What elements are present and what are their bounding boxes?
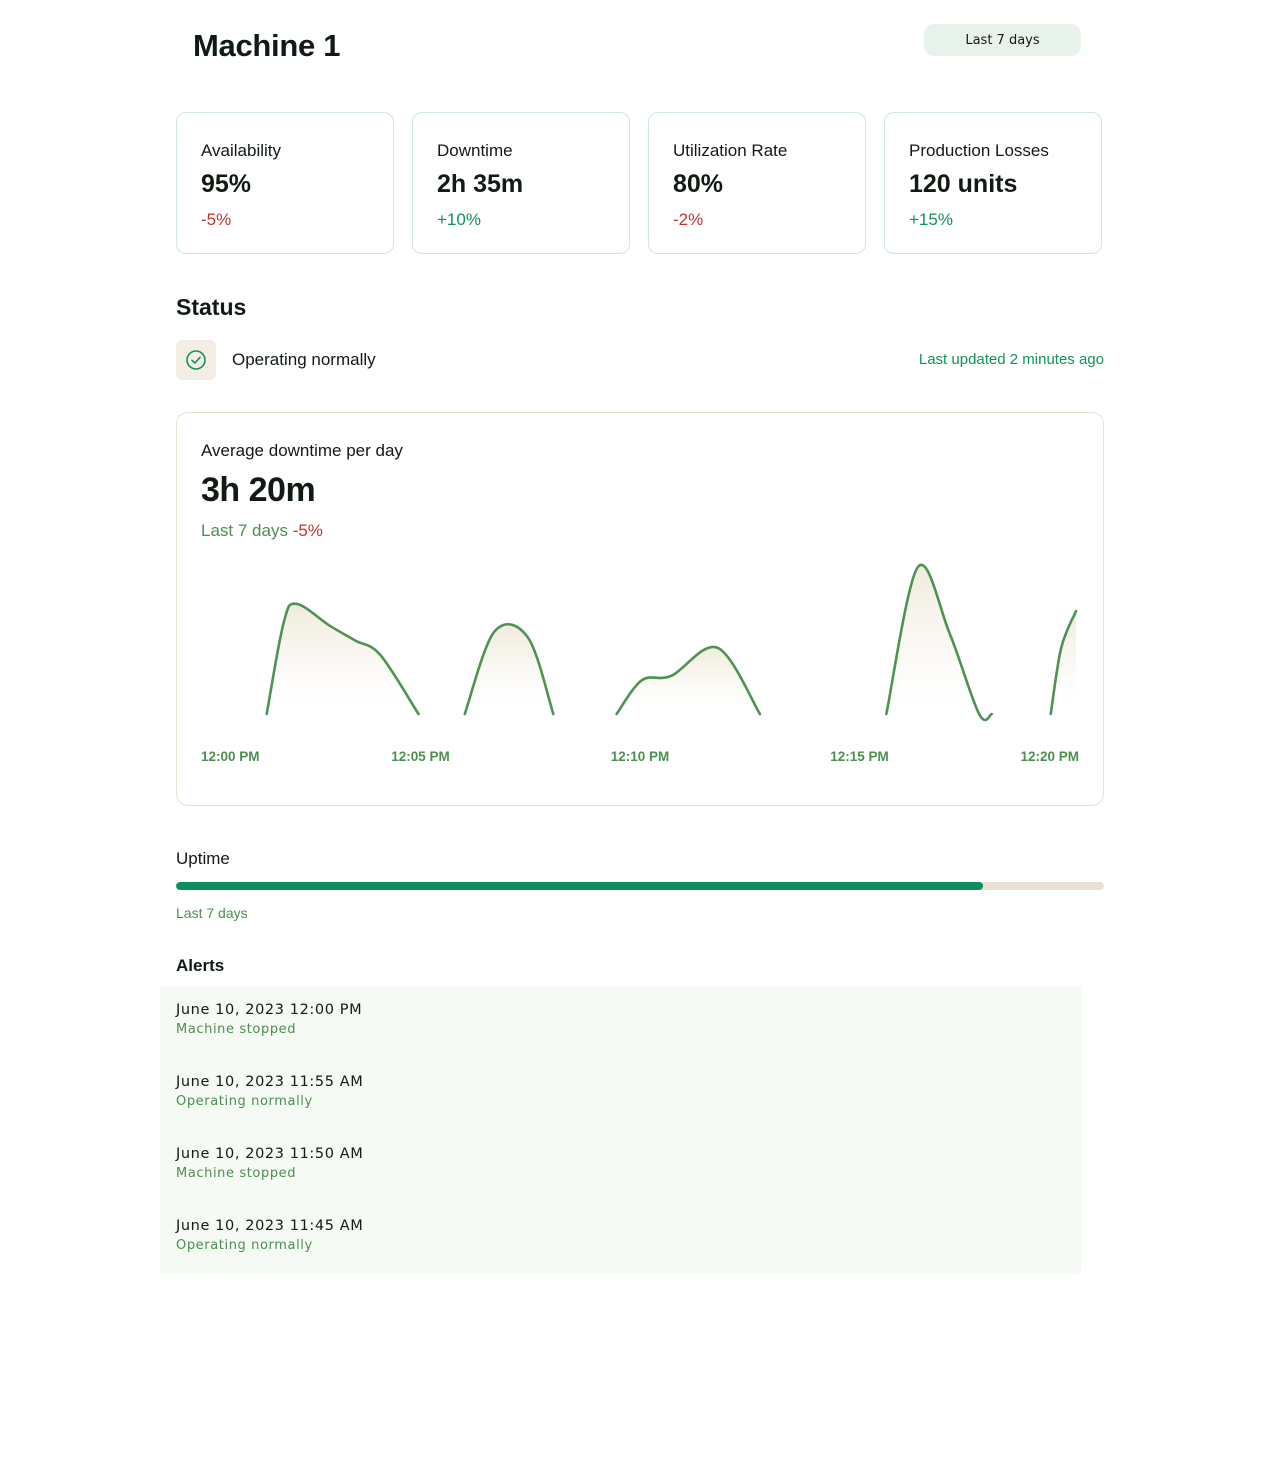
alerts-heading: Alerts xyxy=(176,956,225,975)
uptime-label: Uptime xyxy=(176,849,230,868)
kpi-card-downtime: Downtime 2h 35m +10% xyxy=(412,112,630,254)
kpi-value: 2h 35m xyxy=(437,170,524,198)
kpi-label: Availability xyxy=(201,141,282,160)
alert-message: Operating normally xyxy=(176,1238,313,1253)
kpi-change: -5% xyxy=(201,210,232,229)
kpi-card-utilization: Utilization Rate 80% -2% xyxy=(648,112,866,254)
alert-time: June 10, 2023 11:45 AM xyxy=(176,1218,364,1234)
x-tick-label: 12:00 PM xyxy=(201,749,260,764)
kpi-value: 120 units xyxy=(909,170,1018,198)
alert-item[interactable]: June 10, 2023 11:45 AM Operating normall… xyxy=(176,1218,363,1253)
alerts-list: June 10, 2023 12:00 PM Machine stopped J… xyxy=(160,986,1081,1274)
alert-item[interactable]: June 10, 2023 11:55 AM Operating normall… xyxy=(176,1074,363,1109)
kpi-label: Utilization Rate xyxy=(673,141,788,160)
alert-time: June 10, 2023 12:00 PM xyxy=(176,1002,363,1018)
machine-dashboard: Machine 1 Last 7 days Availability 95% -… xyxy=(0,0,1280,1470)
check-circle-icon xyxy=(186,350,206,370)
x-tick-label: 12:10 PM xyxy=(611,749,670,764)
chart-area-segment-4 xyxy=(886,564,992,720)
kpi-card-availability: Availability 95% -5% xyxy=(176,112,394,254)
status-heading: Status xyxy=(176,294,247,320)
x-tick-label: 12:15 PM xyxy=(830,749,889,764)
uptime-progress-bar xyxy=(176,882,1104,890)
chart-area-segment-3 xyxy=(616,646,760,714)
kpi-value: 80% xyxy=(673,170,724,198)
x-tick-label: 12:05 PM xyxy=(391,749,450,764)
kpi-change: +15% xyxy=(909,210,953,229)
uptime-period: Last 7 days xyxy=(176,905,248,921)
alert-item[interactable]: June 10, 2023 11:50 AM Machine stopped xyxy=(176,1146,363,1181)
alert-message: Machine stopped xyxy=(176,1022,297,1037)
kpi-value: 95% xyxy=(201,170,252,198)
status-text: Operating normally xyxy=(232,350,376,369)
alert-time: June 10, 2023 11:50 AM xyxy=(176,1146,364,1162)
alert-message: Machine stopped xyxy=(176,1166,297,1181)
kpi-card-production-losses: Production Losses 120 units +15% xyxy=(884,112,1102,254)
status-icon-box xyxy=(176,340,216,380)
kpi-label: Downtime xyxy=(437,141,513,160)
last-updated: Last updated 2 minutes ago xyxy=(918,351,1104,368)
kpi-change: +10% xyxy=(437,210,481,229)
date-range-button[interactable]: Last 7 days xyxy=(924,24,1081,56)
alert-message: Operating normally xyxy=(176,1094,313,1109)
chart-area-segment-1 xyxy=(266,603,419,714)
alert-time: June 10, 2023 11:55 AM xyxy=(176,1074,364,1090)
kpi-label: Production Losses xyxy=(909,141,1049,160)
downtime-chart: 12:00 PM 12:05 PM 12:10 PM 12:15 PM 12:20 PM xyxy=(201,563,1079,764)
chart-area-segment-5 xyxy=(1050,611,1076,714)
uptime-progress-fill xyxy=(176,882,984,890)
page-title: Machine 1 xyxy=(193,28,341,63)
x-tick-label: 12:20 PM xyxy=(1020,749,1079,764)
alert-item[interactable]: June 10, 2023 12:00 PM Machine stopped xyxy=(176,1002,362,1037)
downtime-chart-card: Average downtime per day 3h 20m Last 7 d… xyxy=(176,412,1104,806)
kpi-change: -2% xyxy=(673,210,704,229)
